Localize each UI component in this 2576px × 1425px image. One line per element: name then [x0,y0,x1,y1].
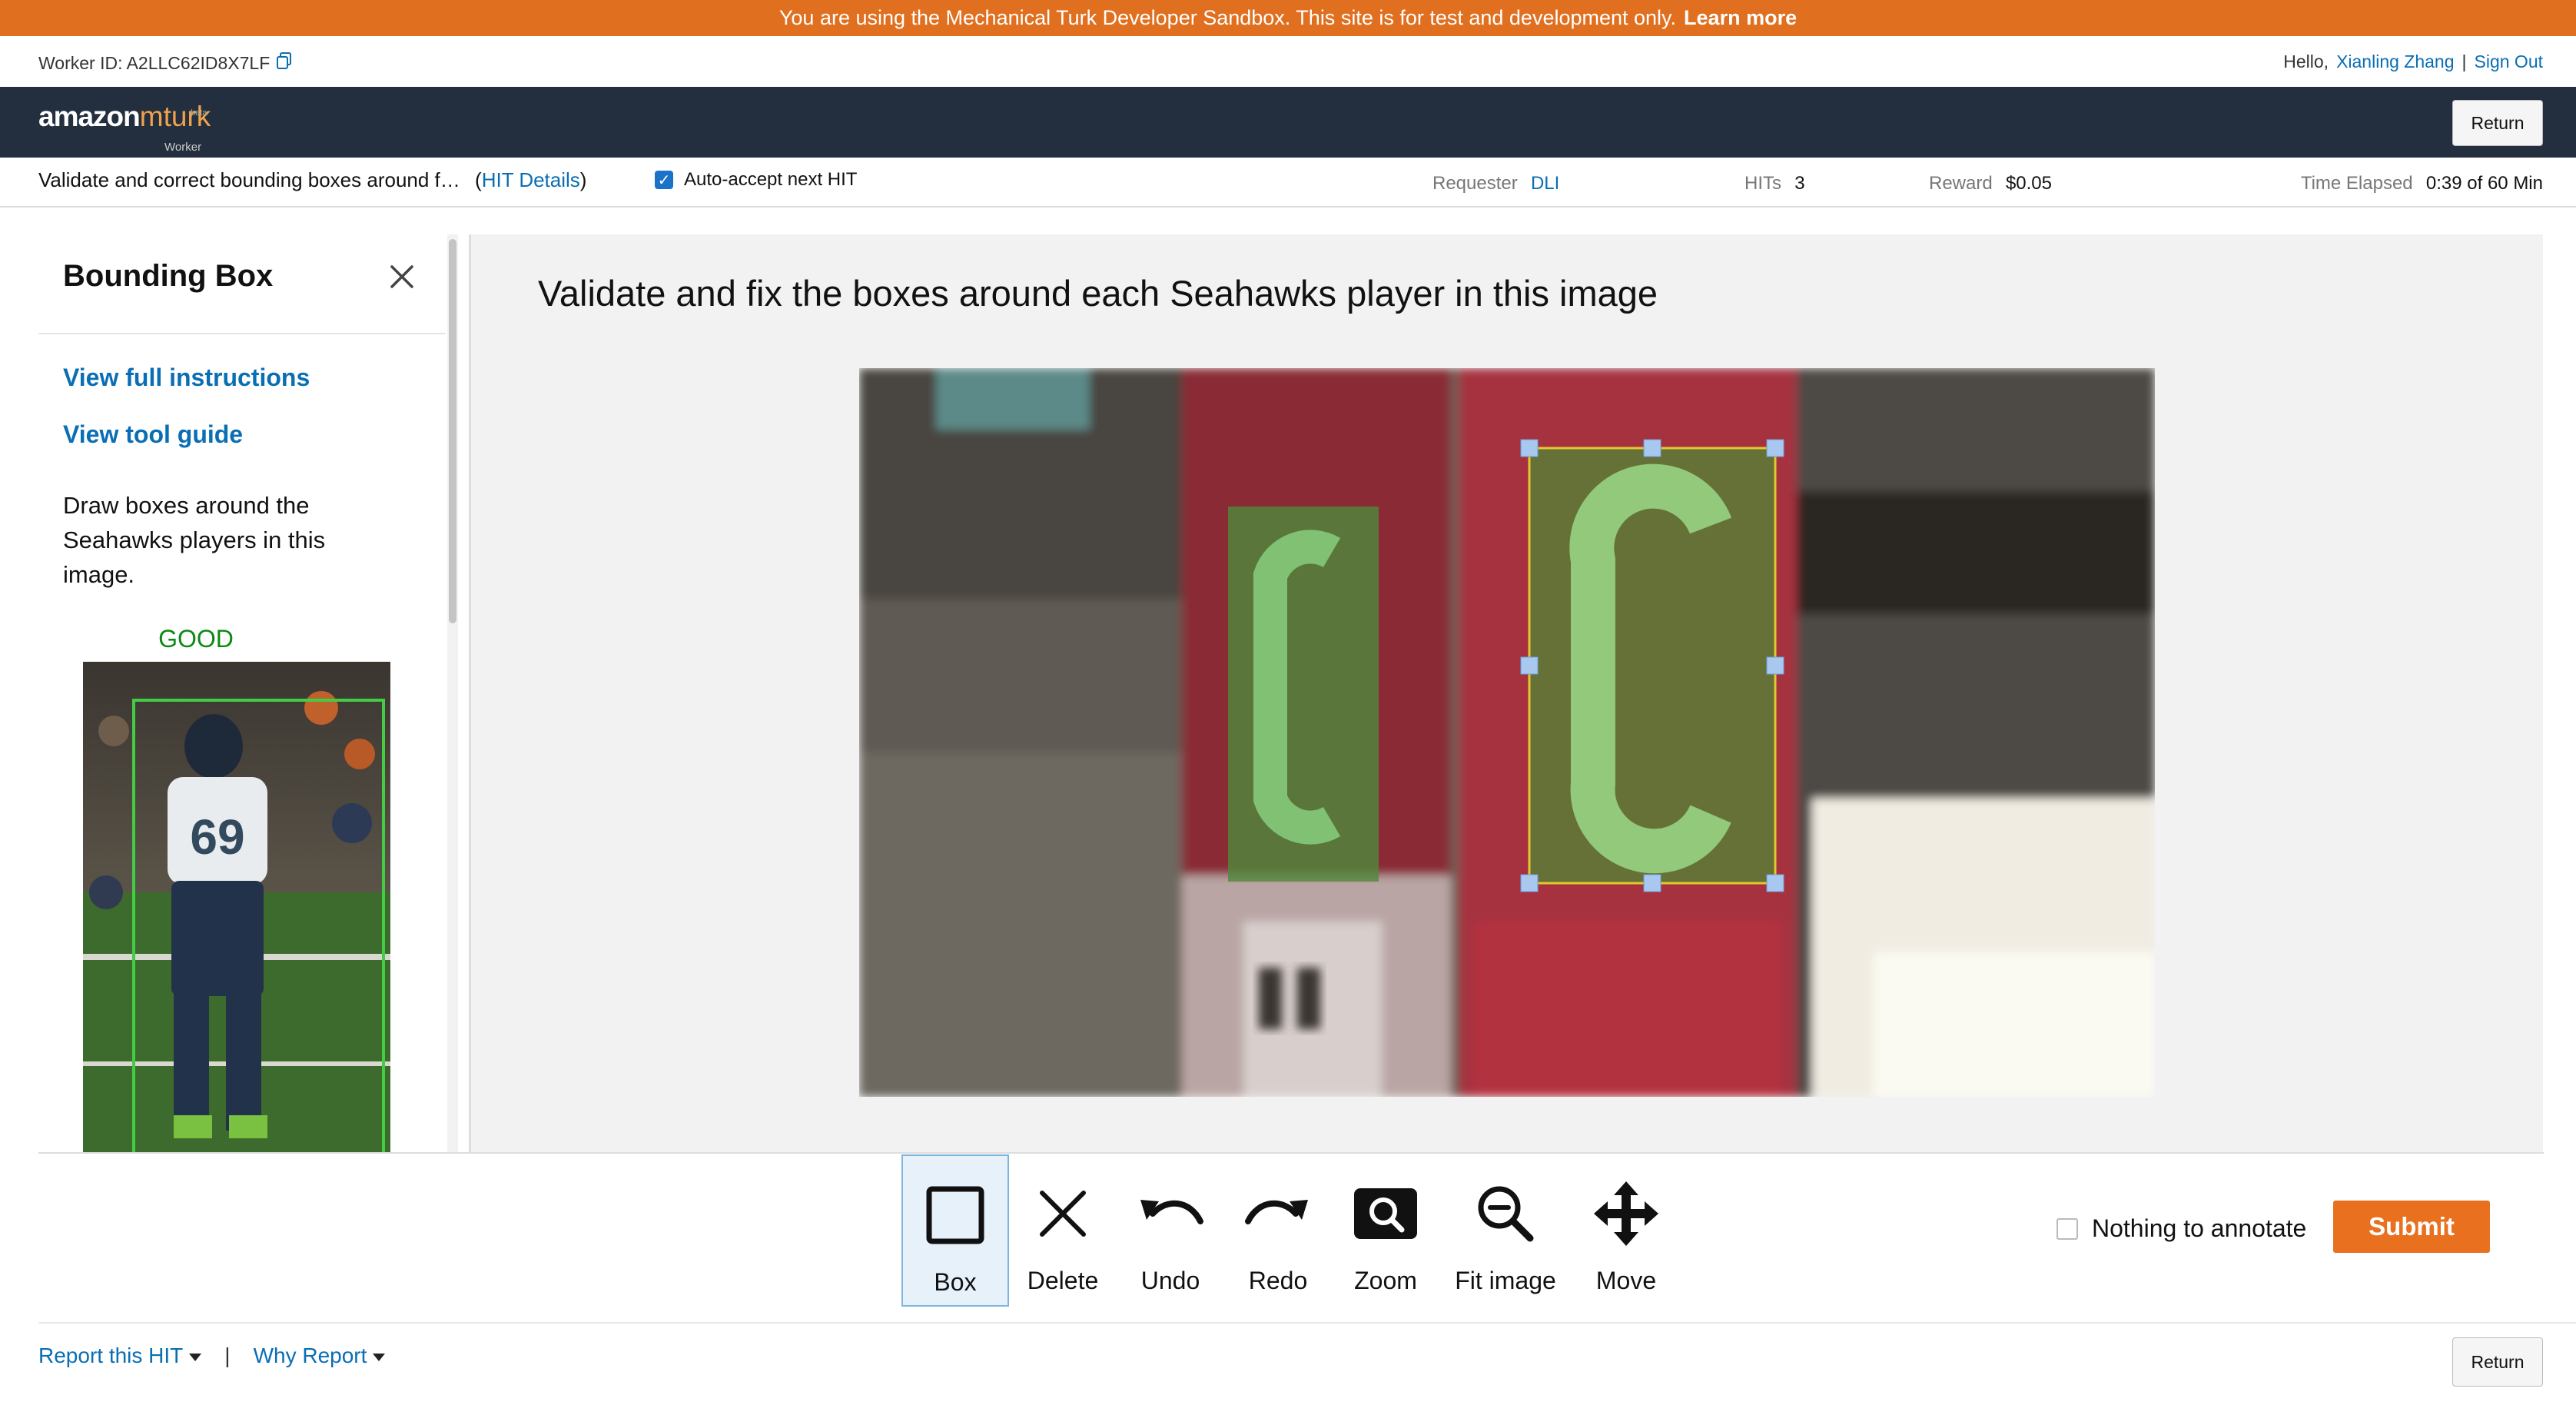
scrollbar-thumb[interactable] [449,239,456,623]
sandbox-banner: You are using the Mechanical Turk Develo… [0,0,2576,36]
resize-handle[interactable] [1643,874,1661,892]
resize-handle[interactable] [1520,439,1539,457]
good-example-image: 69 [83,662,390,1152]
footer-separator: | [224,1344,231,1367]
instructions-sidebar: Bounding Box View full instructions View… [38,234,446,1152]
report-hit-dropdown[interactable]: Report this HIT [38,1344,202,1368]
tool-label: Move [1595,1267,1657,1294]
hits-value: 3 [1794,173,1805,194]
learn-more-link[interactable]: Learn more [1684,6,1797,30]
toolbar-divider [38,1152,2544,1154]
sidebar-description: Draw boxes around the Seahawks players i… [63,492,326,588]
banner-text: You are using the Mechanical Turk Develo… [778,6,1677,29]
hit-details-link[interactable]: HIT Details [482,168,580,191]
why-report-dropdown[interactable]: Why Report [254,1344,386,1368]
tool-zoom[interactable]: Zoom [1332,1154,1439,1307]
logo-amazon: amazon [38,101,141,132]
nothing-checkbox[interactable] [2056,1217,2078,1240]
time-value: 0:39 of 60 Min [2425,173,2543,194]
auto-accept-label: Auto-accept next HIT [684,169,858,190]
user-name-link[interactable]: Xianling Zhang [2336,51,2454,72]
zoom-out-icon [1475,1171,1536,1256]
requester-link[interactable]: DLI [1531,173,1559,194]
time-info: Time Elapsed 0:39 of 60 Min [2301,171,2543,194]
auto-accept[interactable]: ✓ Auto-accept next HIT [655,169,857,191]
tool-label: Undo [1140,1267,1200,1294]
worker-bar: Worker ID: A2LLC62ID8X7LF Hello, Xianlin… [0,36,2576,87]
resize-handle[interactable] [1766,439,1784,457]
footer: Report this HIT | Why Report [38,1344,386,1368]
user-greeting: Hello, Xianling Zhang | Sign Out [2283,51,2543,72]
sidebar-divider [38,333,446,334]
resize-handle[interactable] [1643,439,1661,457]
report-hit-label: Report this HIT [38,1344,184,1367]
resize-handle[interactable] [1766,874,1784,892]
sign-out-link[interactable]: Sign Out [2475,51,2544,72]
caret-down-icon [189,1353,202,1361]
why-report-label: Why Report [253,1344,367,1367]
requester-info: Requester DLI [1432,171,1559,194]
logo-beta: beta [191,108,207,118]
good-example-label: GOOD [158,625,234,653]
separator: | [2461,51,2467,71]
redo-icon [1243,1171,1313,1256]
reward-info: Reward $0.05 [1929,171,2052,194]
top-nav: amazonmturk beta Worker Return [0,87,2576,158]
nothing-to-annotate[interactable]: Nothing to annotate [2056,1214,2306,1243]
hits-label: HITs [1744,173,1781,194]
reward-label: Reward [1929,173,1993,194]
move-icon [1591,1171,1661,1256]
resize-handle[interactable] [1520,874,1539,892]
tool-box[interactable]: Box [901,1154,1009,1307]
resize-handle[interactable] [1766,656,1784,675]
footer-divider [38,1322,2576,1324]
hit-title-text: Validate and correct bounding boxes arou… [38,168,460,191]
hits-info: HITs 3 [1744,171,1805,194]
sidebar-title: Bounding Box [63,259,274,293]
caret-down-icon [373,1353,386,1361]
tool-redo[interactable]: Redo [1224,1154,1332,1307]
tool-delete[interactable]: Delete [1009,1154,1117,1307]
sample-jersey-number: 69 [190,809,244,865]
task-prompt: Validate and fix the boxes around each S… [538,273,1658,314]
hit-title: Validate and correct bounding boxes arou… [38,168,586,192]
submit-button[interactable]: Submit [2333,1201,2490,1253]
hello-text: Hello, [2283,51,2329,71]
tool-label: Box [934,1268,977,1296]
return-button[interactable]: Return [2452,100,2543,146]
time-label: Time Elapsed [2300,173,2413,194]
tool-move[interactable]: Move [1572,1154,1680,1307]
worker-id: Worker ID: A2LLC62ID8X7LF [38,51,293,75]
resize-handle[interactable] [1520,656,1539,675]
tool-label: Redo [1248,1267,1308,1294]
close-icon[interactable] [389,264,415,294]
sidebar-scrollbar[interactable] [447,234,458,1152]
tool-label: Delete [1027,1267,1099,1294]
box-icon [926,1173,984,1257]
zoom-icon [1353,1171,1419,1256]
tool-undo[interactable]: Undo [1117,1154,1224,1307]
tool-label: Zoom [1354,1267,1417,1294]
tool-fit-image[interactable]: Fit image [1452,1154,1559,1307]
undo-icon [1136,1171,1205,1256]
close-icon [1036,1171,1090,1256]
hit-info-bar: Validate and correct bounding boxes arou… [0,158,2576,208]
footer-return-button[interactable]: Return [2452,1337,2543,1387]
logo-worker: Worker [164,141,202,154]
worker-id-text: Worker ID: A2LLC62ID8X7LF [38,52,271,73]
bounding-box-2-selected[interactable] [1520,439,1784,892]
annotation-image[interactable] [859,368,2155,1097]
auto-accept-checkbox[interactable]: ✓ [655,171,673,189]
nothing-label: Nothing to annotate [2092,1214,2307,1242]
bounding-box-1[interactable] [1228,507,1379,882]
details-open: ( [475,168,482,191]
tool-label: Fit image [1455,1267,1556,1294]
requester-label: Requester [1432,173,1518,194]
details-close: ) [579,168,587,191]
reward-value: $0.05 [2005,173,2052,194]
view-tool-guide-link[interactable]: View tool guide [63,420,243,449]
mturk-logo[interactable]: amazonmturk beta Worker [38,101,211,154]
view-instructions-link[interactable]: View full instructions [63,364,310,392]
copy-icon[interactable] [276,51,293,75]
